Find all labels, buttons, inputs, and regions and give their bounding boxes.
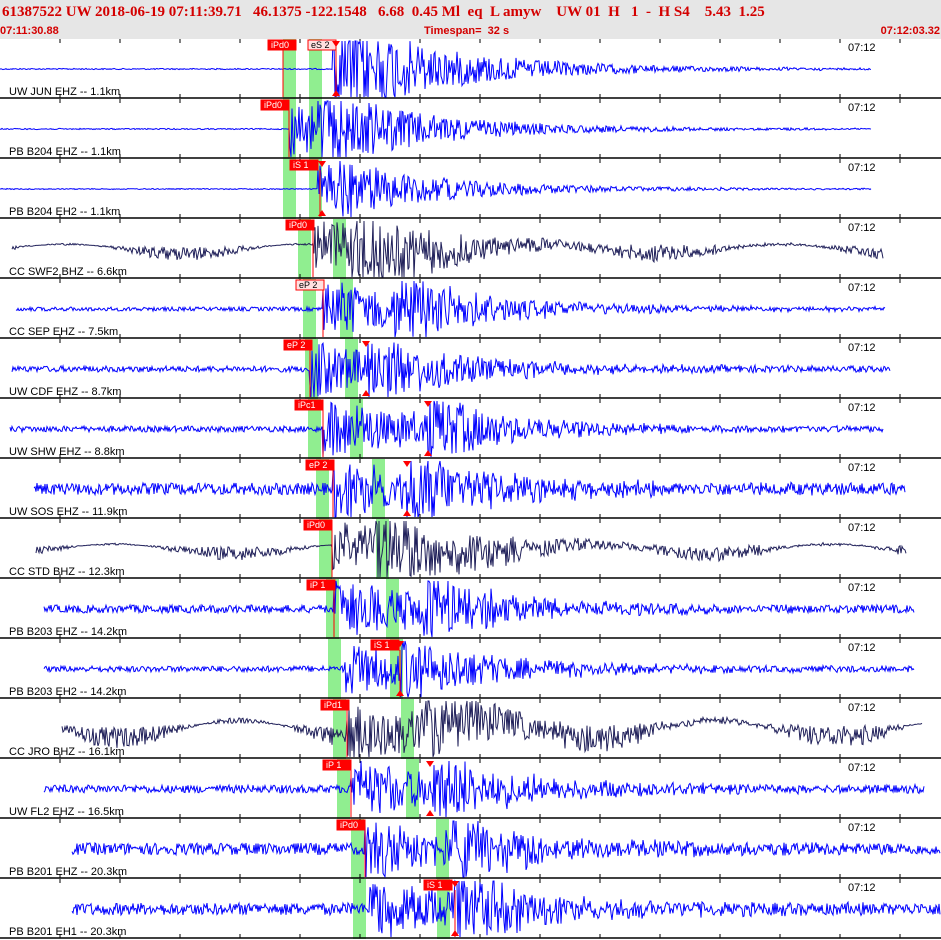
- phase-pick-label: iPd1: [324, 700, 342, 710]
- channel-row[interactable]: eP 2 07:12 UW CDF EHZ -- 8.7km: [0, 339, 941, 399]
- waveform-trace: [33, 460, 906, 518]
- channel-label: UW SOS EHZ -- 11.9km: [9, 506, 127, 518]
- time-label: 07:12: [848, 402, 876, 414]
- time-label: 07:12: [848, 342, 876, 354]
- channel-label: CC JRO BHZ -- 16.1km: [9, 746, 125, 758]
- pick-marker-up-icon: [426, 810, 434, 816]
- pick-marker-down-icon: [403, 461, 411, 467]
- channel-label: CC SEP EHZ -- 7.5km: [9, 326, 118, 338]
- time-label: 07:12: [848, 102, 876, 114]
- seismogram-panel[interactable]: iPd0 eS 2 07:12 UW JUN EHZ -- 1.1km iPd0 07:1…: [0, 39, 941, 940]
- pick-marker-down-icon: [362, 341, 370, 347]
- channel-label: CC STD BHZ -- 12.3km: [9, 566, 125, 578]
- waveform-trace: [0, 40, 872, 98]
- time-label: 07:12: [848, 42, 876, 54]
- phase-pick-label: eP 2: [287, 340, 305, 350]
- phase-pick-label: iPd0: [264, 100, 282, 110]
- channel-row[interactable]: iS 1 07:12 PB B203 EH2 -- 14.2km: [0, 639, 941, 699]
- channel-label: UW SHW EHZ -- 8.8km: [9, 446, 125, 458]
- phase-window-band: [406, 759, 419, 819]
- phase-pick-label: iS 1: [293, 160, 309, 170]
- time-label: 07:12: [848, 522, 876, 534]
- channel-row[interactable]: iP 1 07:12 PB B203 EHZ -- 14.2km: [0, 579, 941, 639]
- channel-label: PB B201 EH1 -- 20.3km: [9, 926, 126, 938]
- channel-label: CC SWF2 BHZ -- 6.6km: [9, 266, 127, 278]
- channel-row[interactable]: eP 2 07:12 UW SOS EHZ -- 11.9km: [0, 459, 941, 519]
- phase-pick-label: iPc1: [298, 400, 316, 410]
- waveform-trace: [15, 280, 886, 338]
- time-label: 07:12: [848, 822, 876, 834]
- channel-row[interactable]: iPd1 07:12 CC JRO BHZ -- 16.1km: [0, 699, 941, 759]
- channel-label: PB B204 EH2 -- 1.1km: [9, 206, 120, 218]
- phase-pick-label: iS 1: [427, 880, 443, 890]
- time-label: 07:12: [848, 162, 876, 174]
- waveform-trace: [11, 220, 884, 278]
- end-time-label: 07:12:03.32: [880, 25, 940, 37]
- time-label: 07:12: [848, 642, 876, 654]
- channel-row[interactable]: iPd0 07:12 PB B201 EHZ -- 20.3km: [0, 819, 941, 879]
- waveform-trace: [35, 520, 907, 578]
- channel-label: PB B203 EHZ -- 14.2km: [9, 626, 127, 638]
- time-label: 07:12: [848, 222, 876, 234]
- time-label: 07:12: [848, 282, 876, 294]
- waveform-trace: [0, 100, 872, 158]
- event-summary-title: 61387522 UW 2018-06-19 07:11:39.71 46.13…: [2, 4, 765, 20]
- waveform-trace: [0, 160, 872, 218]
- channel-row[interactable]: iP 1 07:12 UW FL2 EHZ -- 16.5km: [0, 759, 941, 819]
- phase-pick-label: iPd0: [289, 220, 307, 230]
- phase-pick-label: eP 2: [299, 280, 317, 290]
- waveform-trace: [71, 879, 941, 938]
- timespan-label: Timespan= 32 s: [424, 25, 510, 37]
- waveform-trace: [61, 700, 923, 758]
- channel-row[interactable]: iPd0 07:12 CC SWF2 BHZ -- 6.6km: [0, 219, 941, 279]
- channel-label: PB B203 EH2 -- 14.2km: [9, 686, 126, 698]
- start-time-label: 07:11:30.88: [0, 25, 59, 37]
- pick-marker-down-icon: [424, 401, 432, 407]
- time-label: 07:12: [848, 462, 876, 474]
- waveform-trace: [43, 580, 915, 638]
- phase-pick-label: iS 1: [374, 640, 390, 650]
- channel-label: UW JUN EHZ -- 1.1km: [9, 86, 120, 98]
- time-label: 07:12: [848, 702, 876, 714]
- channel-label: PB B201 EHZ -- 20.3km: [9, 866, 127, 878]
- phase-pick-label: eP 2: [309, 460, 327, 470]
- phase-pick-label: iP 1: [326, 760, 341, 770]
- channel-label: PB B204 EHZ -- 1.1km: [9, 146, 121, 158]
- phase-pick-label: iP 1: [310, 580, 325, 590]
- channel-row[interactable]: iPd0 07:12 CC STD BHZ -- 12.3km: [0, 519, 941, 579]
- channel-row[interactable]: iS 1 07:12 PB B204 EH2 -- 1.1km: [0, 159, 941, 219]
- phase-pick-label: iPd0: [271, 40, 289, 50]
- time-label: 07:12: [848, 882, 876, 894]
- channel-row[interactable]: iPd0 07:12 PB B204 EHZ -- 1.1km: [0, 99, 941, 159]
- channel-row[interactable]: iS 1 07:12 PB B201 EH1 -- 20.3km: [0, 879, 941, 939]
- waveform-trace: [43, 640, 915, 698]
- phase-pick-label: iPd0: [307, 520, 325, 530]
- pick-marker-up-icon: [403, 510, 411, 516]
- waveform-trace: [71, 820, 941, 879]
- time-label: 07:12: [848, 582, 876, 594]
- time-label: 07:12: [848, 762, 876, 774]
- phase-pick-label: iPd0: [340, 820, 358, 830]
- channel-label: UW FL2 EHZ -- 16.5km: [9, 806, 124, 818]
- event-header: 61387522 UW 2018-06-19 07:11:39.71 46.13…: [0, 0, 941, 39]
- waveform-trace: [9, 400, 884, 458]
- pick-marker-down-icon: [426, 761, 434, 767]
- phase-pick-label: eS 2: [311, 40, 330, 50]
- channel-row[interactable]: iPd0 eS 2 07:12 UW JUN EHZ -- 1.1km: [0, 39, 941, 99]
- channel-row[interactable]: eP 2 07:12 CC SEP EHZ -- 7.5km: [0, 279, 941, 339]
- waveform-trace: [43, 760, 925, 818]
- channel-label: UW CDF EHZ -- 8.7km: [9, 386, 121, 398]
- waveform-trace: [11, 341, 891, 398]
- channel-row[interactable]: iPc1 07:12 UW SHW EHZ -- 8.8km: [0, 399, 941, 459]
